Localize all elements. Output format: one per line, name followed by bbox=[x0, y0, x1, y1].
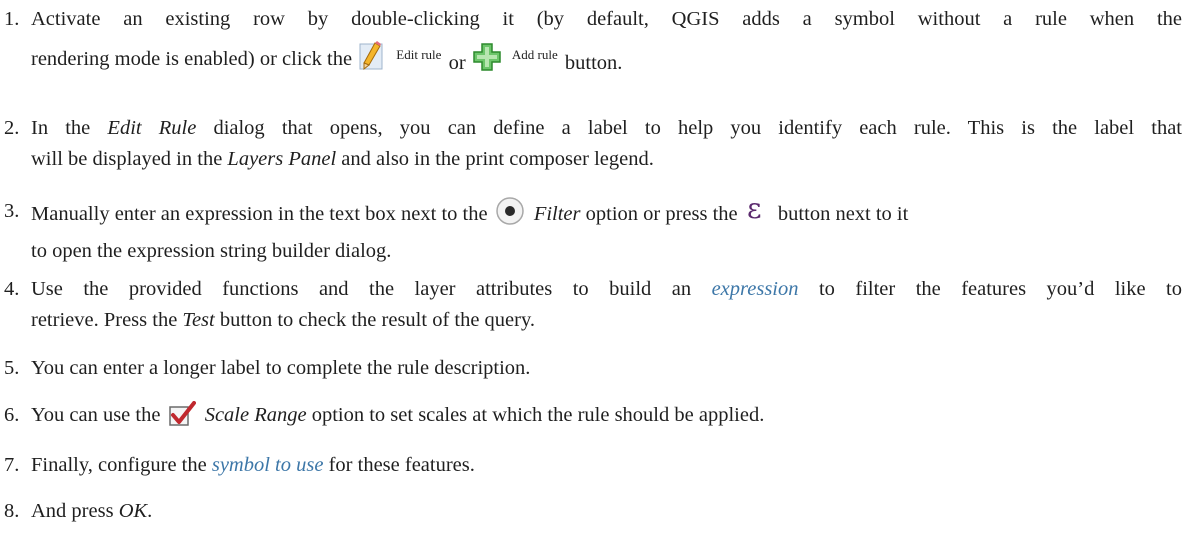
step-text: and also in the print composer legend. bbox=[336, 148, 654, 170]
pencil-edit-icon bbox=[359, 41, 385, 81]
list-item: 4. Use the provided functions and the la… bbox=[0, 274, 1182, 336]
expression-link[interactable]: expression bbox=[712, 278, 799, 300]
step-text: And press bbox=[31, 500, 119, 522]
step-text: retrieve. Press the bbox=[31, 309, 183, 331]
step-text: Use the provided functions and the layer… bbox=[31, 278, 712, 300]
symbol-to-use-link[interactable]: symbol to use bbox=[212, 454, 324, 476]
button-name: OK bbox=[118, 500, 148, 522]
list-item: 5. You can enter a longer label to compl… bbox=[0, 353, 1182, 384]
step-text: will be displayed in the bbox=[31, 148, 228, 170]
epsilon-expression-icon: ε bbox=[745, 192, 769, 232]
list-item: 3. Manually enter an expression in the t… bbox=[0, 192, 1182, 267]
add-rule-label: Add rule bbox=[511, 47, 558, 62]
instruction-list: 1. Activate an existing row by double-cl… bbox=[0, 0, 1191, 541]
button-name: Test bbox=[182, 309, 215, 331]
list-item: 6. You can use the Scale Range option to… bbox=[0, 400, 1182, 437]
step-text: or bbox=[448, 52, 466, 74]
green-plus-add-icon bbox=[473, 43, 501, 81]
step-text: . bbox=[147, 500, 153, 522]
step-text: for these features. bbox=[323, 454, 475, 476]
step-text: Finally, configure the bbox=[31, 454, 212, 476]
step-text: option or press the bbox=[585, 203, 738, 225]
step-text: You can enter a longer label to complete… bbox=[31, 357, 531, 379]
option-name: Filter bbox=[533, 203, 581, 225]
step-text: option to set scales at which the rule s… bbox=[311, 404, 765, 426]
edit-rule-label: Edit rule bbox=[396, 47, 442, 62]
step-text: to filter the features you’d like to bbox=[798, 278, 1182, 300]
step-number: 3. bbox=[4, 200, 20, 222]
dialog-name: Edit Rule bbox=[107, 117, 197, 139]
list-item: 7. Finally, configure the symbol to use … bbox=[0, 450, 1182, 481]
svg-text:ε: ε bbox=[747, 196, 762, 222]
option-name: Scale Range bbox=[204, 404, 307, 426]
list-item: 8. And press OK. bbox=[0, 496, 1182, 527]
step-text: Manually enter an expression in the text… bbox=[31, 203, 488, 225]
step-text: button next to it bbox=[777, 203, 909, 225]
panel-name: Layers Panel bbox=[227, 148, 337, 170]
step-number: 1. bbox=[4, 8, 20, 30]
step-text: dialog that opens, you can define a labe… bbox=[196, 117, 1182, 139]
step-number: 4. bbox=[4, 278, 20, 300]
step-text: You can use the bbox=[31, 404, 161, 426]
list-item: 1. Activate an existing row by double-cl… bbox=[0, 4, 1182, 81]
step-text: button to check the result of the query. bbox=[214, 309, 536, 331]
step-number: 2. bbox=[4, 117, 20, 139]
step-text: In the bbox=[31, 117, 108, 139]
step-number: 8. bbox=[4, 500, 20, 522]
step-number: 5. bbox=[4, 357, 20, 379]
step-text: button. bbox=[564, 52, 623, 74]
step-number: 7. bbox=[4, 454, 20, 476]
list-item: 2. In the Edit Rule dialog that opens, y… bbox=[0, 113, 1182, 175]
checkbox-checked-icon bbox=[168, 401, 196, 437]
step-text: to open the expression string builder di… bbox=[31, 240, 392, 262]
radio-selected-icon bbox=[495, 196, 525, 236]
step-text: rendering mode is enabled) or click the bbox=[31, 48, 353, 70]
step-number: 6. bbox=[4, 404, 20, 426]
step-text: Activate an existing row by double-click… bbox=[31, 8, 1182, 30]
